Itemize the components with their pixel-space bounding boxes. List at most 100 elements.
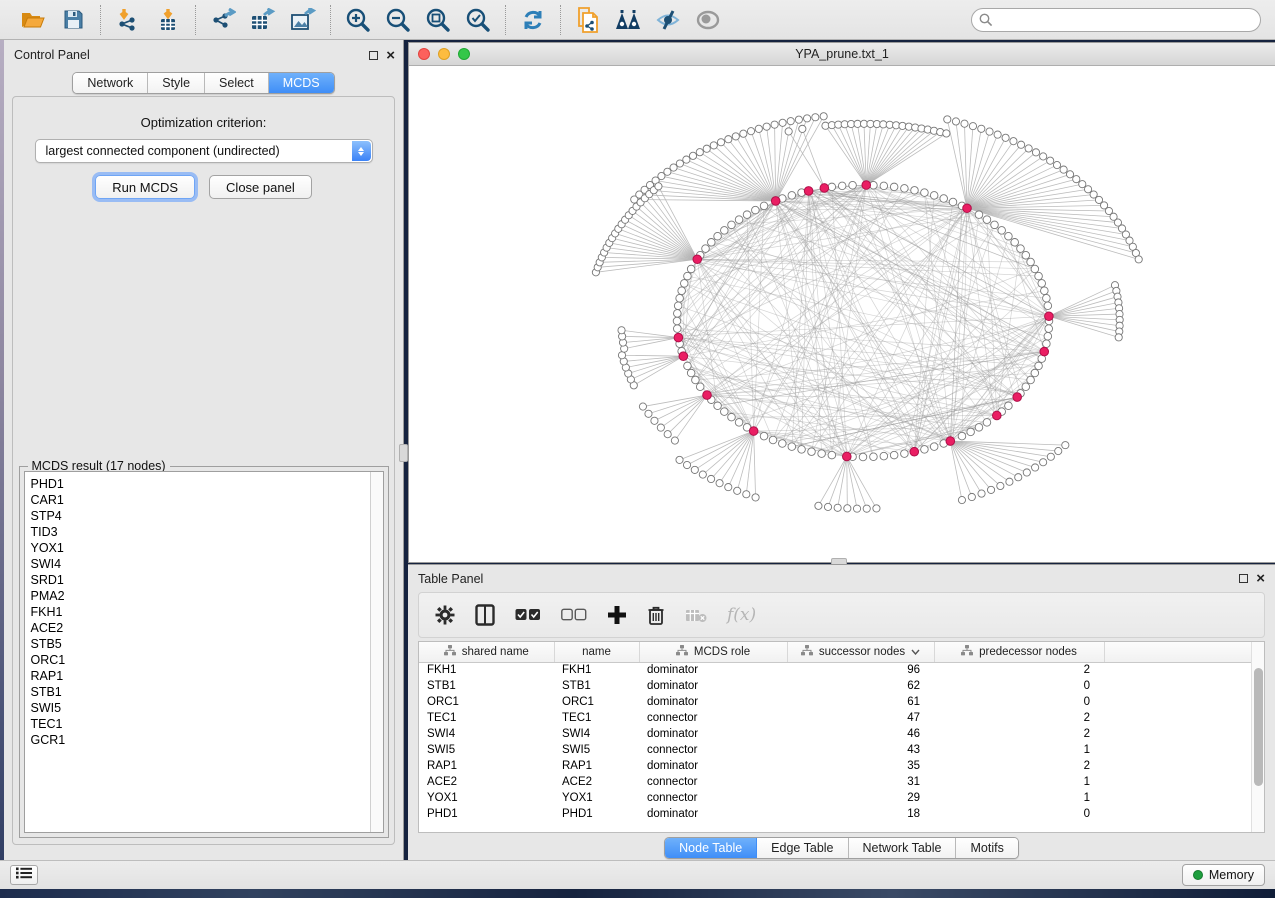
mcds-result-item[interactable]: CAR1 [31, 492, 370, 508]
column-header-name[interactable]: name [554, 642, 639, 662]
table-row[interactable]: FKH1FKH1dominator962 [419, 662, 1265, 678]
network-window-titlebar[interactable]: YPA_prune.txt_1 [409, 43, 1275, 66]
mcds-result-item[interactable]: SRD1 [31, 572, 370, 588]
column-chooser-icon[interactable] [475, 604, 495, 626]
table-scrollbar-thumb[interactable] [1254, 668, 1263, 786]
mcds-result-item[interactable]: GCR1 [31, 732, 370, 748]
function-builder-icon[interactable]: f(x) [727, 605, 756, 625]
tab-network-table[interactable]: Network Table [849, 838, 957, 858]
tab-style[interactable]: Style [148, 73, 205, 93]
network-graph[interactable] [409, 66, 1274, 562]
column-header-successor-nodes[interactable]: successor nodes [787, 642, 934, 662]
first-neighbors-button[interactable] [613, 5, 643, 35]
table-row[interactable]: RAP1RAP1dominator352 [419, 758, 1265, 774]
floppy-disk-icon [63, 9, 84, 30]
show-all-button[interactable] [693, 5, 723, 35]
export-network-icon [210, 8, 236, 32]
clone-network-icon [576, 7, 600, 33]
task-history-button[interactable] [10, 865, 38, 885]
memory-button[interactable]: Memory [1182, 864, 1265, 886]
optimization-criterion-select[interactable]: largest connected component (undirected) [35, 139, 373, 163]
zoom-out-icon [385, 7, 411, 33]
run-mcds-button[interactable]: Run MCDS [95, 175, 195, 199]
tab-node-table[interactable]: Node Table [665, 838, 757, 858]
mcds-result-item[interactable]: STB5 [31, 636, 370, 652]
import-table-button[interactable] [153, 5, 183, 35]
close-panel-button[interactable]: Close panel [209, 175, 312, 199]
zoom-in-button[interactable] [343, 5, 373, 35]
table-scrollbar[interactable] [1251, 642, 1264, 832]
column-header-shared-name[interactable]: shared name [419, 642, 554, 662]
float-window-icon[interactable] [369, 51, 378, 60]
deselect-all-columns-icon[interactable] [561, 608, 587, 622]
search-input[interactable] [971, 8, 1261, 32]
export-table-button[interactable] [248, 5, 278, 35]
table-row[interactable]: ORC1ORC1dominator610 [419, 694, 1265, 710]
open-file-button[interactable] [18, 5, 48, 35]
shared-column-icon [961, 645, 973, 659]
table-row[interactable]: PHD1PHD1dominator180 [419, 806, 1265, 822]
tab-select[interactable]: Select [205, 73, 269, 93]
search-field[interactable] [971, 8, 1261, 32]
zoom-out-button[interactable] [383, 5, 413, 35]
shared-column-icon [444, 645, 456, 659]
table-panel-tabs: Node TableEdge TableNetwork TableMotifs [664, 837, 1019, 859]
settings-gear-icon[interactable] [435, 605, 455, 625]
table-row[interactable]: STB1STB1dominator620 [419, 678, 1265, 694]
table-row[interactable]: YOX1YOX1connector291 [419, 790, 1265, 806]
close-panel-icon[interactable]: × [386, 51, 395, 60]
zoom-selected-button[interactable] [463, 5, 493, 35]
zoom-in-icon [345, 7, 371, 33]
import-network-button[interactable] [113, 5, 143, 35]
export-network-button[interactable] [208, 5, 238, 35]
delete-table-icon[interactable] [685, 608, 707, 623]
control-panel-title: Control Panel [14, 48, 90, 62]
mcds-result-item[interactable]: ACE2 [31, 620, 370, 636]
mcds-result-item[interactable]: ORC1 [31, 652, 370, 668]
mcds-result-item[interactable]: YOX1 [31, 540, 370, 556]
select-all-columns-icon[interactable] [515, 608, 541, 622]
column-header-predecessor-nodes[interactable]: predecessor nodes [934, 642, 1104, 662]
tab-network[interactable]: Network [73, 73, 148, 93]
hide-selected-button[interactable] [653, 5, 683, 35]
mcds-result-item[interactable]: SWI5 [31, 700, 370, 716]
tab-motifs[interactable]: Motifs [956, 838, 1017, 858]
mcds-result-list[interactable]: PHD1CAR1STP4TID3YOX1SWI4SRD1PMA2FKH1ACE2… [25, 472, 370, 832]
memory-button-label: Memory [1209, 868, 1254, 882]
mcds-result-item[interactable]: TEC1 [31, 716, 370, 732]
toolbar-separator [330, 5, 331, 35]
mcds-list-scrollbar[interactable] [370, 472, 383, 832]
mcds-result-item[interactable]: SWI4 [31, 556, 370, 572]
save-session-button[interactable] [58, 5, 88, 35]
mcds-result-item[interactable]: PHD1 [31, 476, 370, 492]
export-image-button[interactable] [288, 5, 318, 35]
table-row[interactable]: SWI5SWI5connector431 [419, 742, 1265, 758]
table-row[interactable]: ACE2ACE2connector311 [419, 774, 1265, 790]
mcds-result-item[interactable]: FKH1 [31, 604, 370, 620]
mcds-result-item[interactable]: STP4 [31, 508, 370, 524]
delete-column-icon[interactable] [647, 605, 665, 626]
node-table[interactable]: shared namenameMCDS rolesuccessor nodesp… [419, 642, 1265, 822]
toolbar-separator [560, 5, 561, 35]
close-panel-icon[interactable]: × [1256, 574, 1265, 583]
column-header-MCDS-role[interactable]: MCDS role [639, 642, 787, 662]
network-canvas[interactable] [409, 66, 1274, 562]
zoom-selected-icon [465, 7, 491, 33]
network-window-title: YPA_prune.txt_1 [409, 47, 1275, 61]
mcds-result-item[interactable]: PMA2 [31, 588, 370, 604]
tab-edge-table[interactable]: Edge Table [757, 838, 848, 858]
new-network-from-selection-button[interactable] [573, 5, 603, 35]
table-row[interactable]: SWI4SWI4dominator462 [419, 726, 1265, 742]
vertical-splitter-handle[interactable] [399, 444, 408, 462]
tab-mcds[interactable]: MCDS [269, 73, 334, 93]
mcds-result-item[interactable]: RAP1 [31, 668, 370, 684]
refresh-button[interactable] [518, 5, 548, 35]
mcds-result-item[interactable]: STB1 [31, 684, 370, 700]
toolbar-separator [505, 5, 506, 35]
float-window-icon[interactable] [1239, 574, 1248, 583]
mcds-result-item[interactable]: TID3 [31, 524, 370, 540]
add-column-icon[interactable] [607, 605, 627, 625]
mcds-result-group: MCDS result (17 nodes) PHD1CAR1STP4TID3Y… [19, 466, 389, 838]
table-row[interactable]: TEC1TEC1connector472 [419, 710, 1265, 726]
zoom-fit-button[interactable] [423, 5, 453, 35]
